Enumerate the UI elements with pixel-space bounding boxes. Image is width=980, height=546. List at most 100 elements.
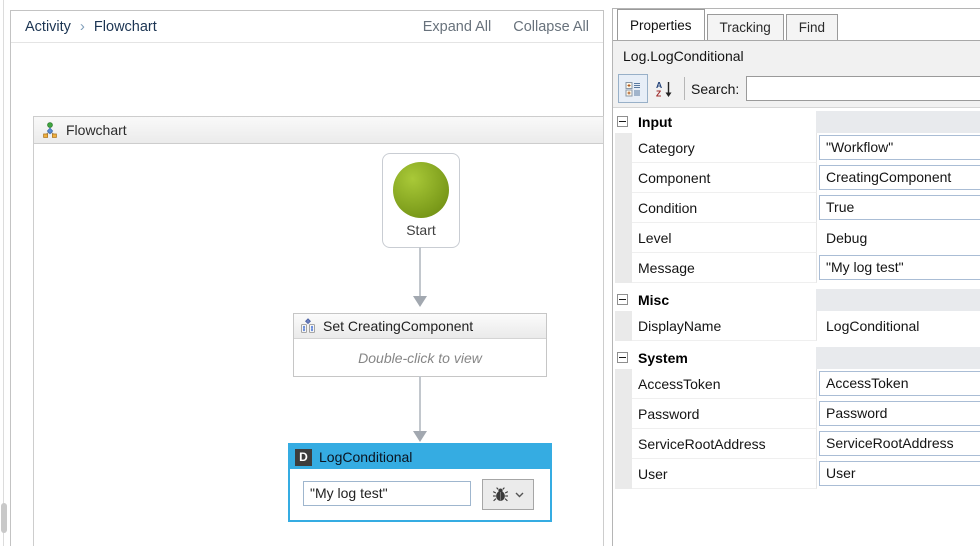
connector-arrowhead-icon bbox=[413, 431, 427, 442]
row-gutter bbox=[615, 133, 632, 163]
section-header-misc[interactable]: Misc bbox=[615, 289, 980, 311]
property-label: Level bbox=[638, 230, 671, 246]
property-label: Message bbox=[638, 260, 695, 276]
property-row-accesstoken: AccessToken AccessToken bbox=[615, 369, 980, 399]
section-header-band bbox=[816, 111, 980, 133]
property-label: ServiceRootAddress bbox=[638, 436, 766, 452]
flowchart-title: Flowchart bbox=[66, 122, 127, 138]
properties-panel: PropertiesTrackingFind Log.LogConditiona… bbox=[612, 8, 980, 546]
set-creatingcomponent-activity[interactable]: Set CreatingComponent Double-click to vi… bbox=[293, 313, 547, 377]
chevron-down-icon bbox=[515, 492, 524, 498]
bug-icon bbox=[492, 486, 509, 503]
section-name: Input bbox=[638, 114, 672, 130]
section-name: Misc bbox=[638, 292, 669, 308]
row-gutter bbox=[615, 253, 632, 283]
breadcrumb-flowchart[interactable]: Flowchart bbox=[94, 19, 157, 35]
selection-title: Log.LogConditional bbox=[623, 48, 744, 64]
property-row-servicerootaddress: ServiceRootAddress ServiceRootAddress bbox=[615, 429, 980, 459]
properties-tabs: PropertiesTrackingFind bbox=[613, 9, 980, 41]
expand-all-button[interactable]: Expand All bbox=[423, 19, 492, 35]
section-header-system[interactable]: System bbox=[615, 347, 980, 369]
row-gutter bbox=[615, 223, 632, 253]
row-gutter bbox=[615, 369, 632, 399]
property-value-editor[interactable]: User bbox=[819, 461, 980, 486]
logconditional-activity[interactable]: D LogConditional "My log test" bbox=[288, 443, 552, 522]
section-name: System bbox=[638, 350, 688, 366]
selection-title-bar: Log.LogConditional bbox=[613, 41, 980, 70]
flowchart-icon bbox=[42, 122, 58, 138]
properties-toolbar: A Z Search: bbox=[613, 70, 980, 108]
row-gutter bbox=[615, 459, 632, 489]
property-value-editor[interactable]: True bbox=[819, 195, 980, 220]
property-label: AccessToken bbox=[638, 376, 720, 392]
set-activity-header[interactable]: Set CreatingComponent bbox=[294, 314, 546, 339]
property-row-level: Level Debug bbox=[615, 223, 980, 253]
property-value-editor[interactable]: "Workflow" bbox=[819, 135, 980, 160]
logconditional-header[interactable]: D LogConditional bbox=[290, 445, 550, 469]
collapse-expander-icon[interactable] bbox=[617, 116, 628, 127]
property-row-message: Message "My log test" bbox=[615, 253, 980, 283]
message-expression-box[interactable]: "My log test" bbox=[303, 481, 471, 506]
tab-tracking[interactable]: Tracking bbox=[707, 14, 784, 40]
property-label: Password bbox=[638, 406, 699, 422]
collapse-expander-icon[interactable] bbox=[617, 352, 628, 363]
property-row-category: Category "Workflow" bbox=[615, 133, 980, 163]
start-node[interactable]: Start bbox=[382, 153, 460, 248]
property-value-editor[interactable]: LogConditional bbox=[820, 311, 980, 341]
property-value-editor[interactable]: Debug bbox=[820, 223, 980, 253]
svg-text:Z: Z bbox=[656, 88, 661, 98]
workflow-designer-window: Activity Flowchart Expand All Collapse A… bbox=[0, 0, 980, 546]
property-row-password: Password Password bbox=[615, 399, 980, 429]
row-gutter bbox=[615, 193, 632, 223]
categorized-view-button[interactable] bbox=[618, 74, 648, 103]
section-header-input[interactable]: Input bbox=[615, 111, 980, 133]
property-row-displayname: DisplayName LogConditional bbox=[615, 311, 980, 341]
row-gutter bbox=[615, 163, 632, 193]
breadcrumb-chevron-icon bbox=[80, 18, 85, 35]
property-label: Category bbox=[638, 140, 695, 156]
property-value-editor[interactable]: Password bbox=[819, 401, 980, 426]
tab-find[interactable]: Find bbox=[786, 14, 838, 40]
property-value-editor[interactable]: AccessToken bbox=[819, 371, 980, 396]
property-grid: Input Category "Workflow" Component Creating… bbox=[613, 108, 980, 489]
set-activity-collapsed-hint[interactable]: Double-click to view bbox=[294, 339, 546, 376]
toolbar-separator bbox=[684, 77, 685, 100]
row-gutter bbox=[615, 429, 632, 459]
property-label: Component bbox=[638, 170, 710, 186]
property-row-condition: Condition True bbox=[615, 193, 980, 223]
invoke-method-icon bbox=[300, 318, 316, 334]
set-activity-title: Set CreatingComponent bbox=[323, 318, 473, 334]
collapse-all-button[interactable]: Collapse All bbox=[513, 19, 589, 35]
property-value-editor[interactable]: CreatingComponent bbox=[819, 165, 980, 190]
property-label: Condition bbox=[638, 200, 697, 216]
section-header-band bbox=[816, 347, 980, 369]
scrollbar-thumb[interactable] bbox=[1, 503, 7, 533]
property-label: User bbox=[638, 466, 668, 482]
property-value-editor[interactable]: ServiceRootAddress bbox=[819, 431, 980, 456]
collapse-expander-icon[interactable] bbox=[617, 294, 628, 305]
alphabetical-sort-button[interactable]: A Z bbox=[648, 75, 680, 102]
connector-line bbox=[419, 376, 421, 432]
az-sort-icon: A Z bbox=[654, 80, 674, 98]
left-edge-divider bbox=[3, 0, 4, 546]
tab-properties[interactable]: Properties bbox=[617, 9, 705, 40]
row-gutter bbox=[615, 399, 632, 429]
connector-line bbox=[419, 247, 421, 297]
property-value-editor[interactable]: "My log test" bbox=[819, 255, 980, 280]
property-label: DisplayName bbox=[638, 318, 721, 334]
debug-level-dropdown-button[interactable] bbox=[482, 479, 534, 510]
categorized-icon bbox=[625, 81, 641, 97]
debug-badge-icon: D bbox=[295, 449, 312, 466]
breadcrumb-bar: Activity Flowchart Expand All Collapse A… bbox=[11, 11, 603, 43]
section-header-band bbox=[816, 289, 980, 311]
logconditional-title: LogConditional bbox=[319, 449, 412, 465]
search-label: Search: bbox=[691, 81, 739, 97]
property-row-user: User User bbox=[615, 459, 980, 489]
breadcrumb-activity[interactable]: Activity bbox=[25, 19, 71, 35]
search-input[interactable] bbox=[746, 76, 980, 101]
start-label: Start bbox=[406, 222, 436, 238]
row-gutter bbox=[615, 311, 632, 341]
connector-arrowhead-icon bbox=[413, 296, 427, 307]
logconditional-body: "My log test" bbox=[290, 469, 550, 518]
flowchart-header[interactable]: Flowchart bbox=[34, 117, 603, 144]
